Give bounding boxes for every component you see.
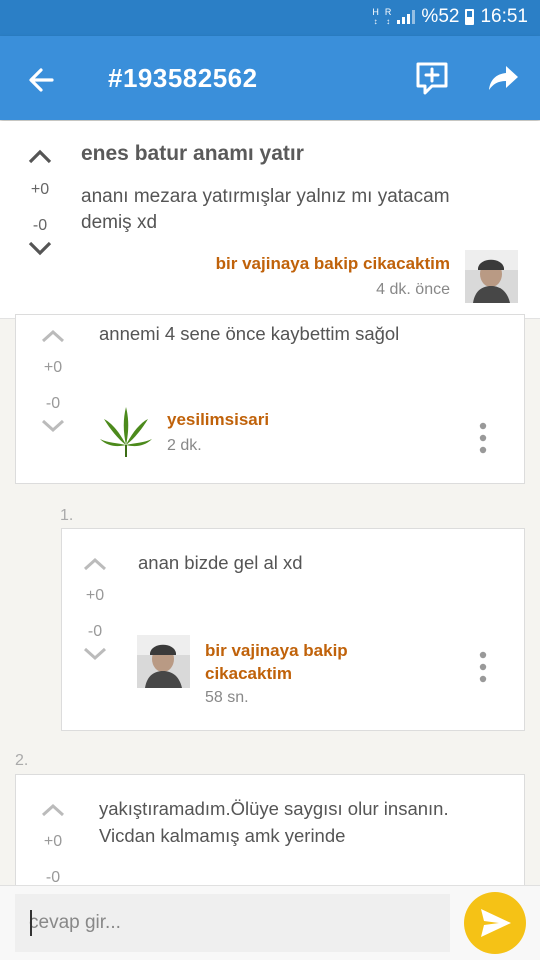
page-title: #193582562 — [108, 63, 258, 93]
reply-vote-controls: +0 -0 — [75, 555, 115, 663]
author-avatar[interactable] — [465, 250, 518, 303]
reply-timestamp: 58 sn. — [205, 689, 249, 706]
upvote-count: +0 — [43, 833, 63, 850]
reply-bar — [0, 885, 540, 960]
roaming-arrows-icon: ↕ — [386, 17, 391, 26]
comment-number: 2. — [15, 752, 29, 769]
post-vote-controls: +0 -0 — [20, 146, 60, 259]
arrow-left-icon[interactable] — [22, 60, 62, 100]
author-avatar[interactable] — [137, 635, 190, 688]
battery-percent: %52 — [421, 6, 460, 27]
comment-vote-controls: +0 -0 — [33, 327, 73, 435]
downvote-count: -0 — [87, 623, 103, 640]
reply-text: anan bizde gel al xd — [138, 552, 303, 573]
post-body: ananı mezara yatırmışlar yalnız mı yatac… — [81, 186, 450, 233]
upvote-icon[interactable] — [39, 801, 67, 819]
upvote-icon[interactable] — [39, 327, 67, 345]
comment-card: +0 -0 annemi 4 sene önce kaybettim sağol… — [15, 314, 525, 484]
network-type-label: H — [372, 7, 379, 17]
post-author[interactable]: bir vajinaya bakip cikacaktim — [216, 254, 450, 274]
comment-author[interactable]: yesilimsisari — [167, 408, 269, 431]
comment-number: 1. — [60, 507, 74, 524]
clock: 16:51 — [480, 6, 528, 27]
add-comment-icon[interactable] — [412, 58, 452, 98]
reply-input[interactable] — [15, 894, 450, 952]
downvote-icon[interactable] — [26, 239, 54, 259]
upvote-count: +0 — [43, 359, 63, 376]
upvote-count: +0 — [85, 587, 105, 604]
post-timestamp: 4 dk. önce — [376, 281, 450, 298]
post-title: enes batur anamı yatır — [81, 142, 304, 165]
roaming-indicator: R ↕ — [384, 7, 392, 27]
downvote-icon[interactable] — [39, 417, 67, 435]
more-options-icon[interactable] — [473, 421, 493, 455]
more-options-icon[interactable] — [473, 650, 493, 684]
send-icon — [481, 909, 511, 937]
comment-text: yakıştıramadım.Ölüye saygısı olur insanı… — [99, 798, 449, 846]
roaming-label: R — [384, 7, 392, 17]
transfer-arrows-icon: ↕ — [373, 17, 378, 26]
reply-author[interactable]: bir vajinaya bakip cikacaktim — [205, 639, 395, 685]
reply-card: +0 -0 anan bizde gel al xd bir vajinaya … — [61, 528, 525, 731]
downvote-icon[interactable] — [81, 645, 109, 663]
downvote-count: -0 — [45, 395, 61, 412]
text-cursor — [30, 910, 32, 936]
comment-text: annemi 4 sene önce kaybettim sağol — [99, 323, 400, 344]
comment-timestamp: 2 dk. — [167, 437, 202, 454]
status-bar: H ↕ R ↕ %52 16:51 — [0, 0, 540, 36]
comment-vote-controls: +0 -0 — [33, 801, 73, 887]
send-button[interactable] — [464, 892, 526, 954]
share-icon[interactable] — [484, 58, 524, 98]
network-indicator: H ↕ — [372, 7, 379, 27]
upvote-icon[interactable] — [26, 146, 54, 166]
app-bar: #193582562 — [0, 36, 540, 120]
upvote-count: +0 — [30, 181, 50, 198]
upvote-icon[interactable] — [81, 555, 109, 573]
cannabis-leaf-avatar[interactable] — [98, 403, 154, 459]
battery-icon — [465, 9, 475, 25]
signal-icon — [397, 10, 416, 24]
original-post: +0 -0 enes batur anamı yatır ananı mezar… — [0, 121, 540, 319]
downvote-count: -0 — [32, 217, 48, 234]
